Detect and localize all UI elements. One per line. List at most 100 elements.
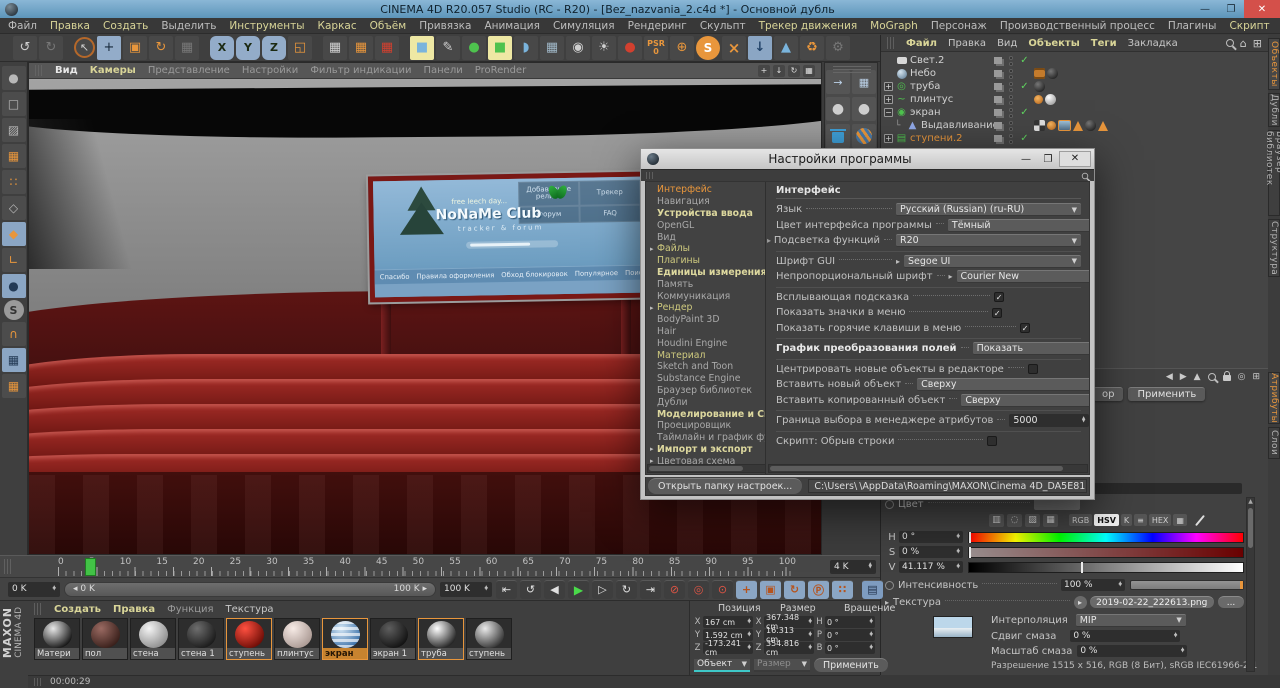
viewport-solo-icon[interactable]: ● — [2, 274, 26, 298]
scrollbar[interactable]: ▲ — [1246, 497, 1255, 672]
settings-category[interactable]: Моделирование и Скульпт — [646, 408, 765, 420]
pos-x-field[interactable]: 167 cm — [703, 616, 753, 628]
texture-expand-icon[interactable]: ▸ — [1074, 596, 1087, 609]
spinner[interactable] — [870, 633, 873, 638]
om-menu-item[interactable]: Закладка — [1128, 38, 1178, 49]
sep[interactable] — [201, 36, 208, 60]
menu-item[interactable]: Трекер движения — [759, 20, 858, 32]
compositing-tag[interactable] — [1034, 68, 1045, 79]
up-icon[interactable]: ▲ — [1194, 372, 1201, 382]
settings-category[interactable]: BodyPaint 3D — [646, 314, 765, 326]
timeline-window-icon[interactable]: ▤ — [862, 580, 883, 599]
visibility-dots[interactable] — [1009, 95, 1013, 105]
center-new-checkbox[interactable] — [1028, 364, 1038, 374]
menu-item[interactable]: Скульпт — [700, 20, 746, 32]
lock-y-icon[interactable]: Y — [236, 36, 260, 60]
om-menu-item[interactable]: Объекты — [1028, 38, 1079, 49]
menu-hotkeys-checkbox[interactable] — [1020, 323, 1030, 333]
partial-button[interactable]: ор — [1093, 387, 1123, 401]
texture-tag[interactable] — [1058, 120, 1071, 131]
ui-color-dropdown[interactable]: Тёмный▼ — [948, 219, 1089, 232]
rotate-view-icon[interactable]: ↻ — [788, 65, 800, 77]
hue-field[interactable]: 0 ° — [899, 531, 963, 543]
goto-end-icon[interactable]: ⇥ — [640, 580, 661, 599]
caret-right-icon[interactable]: ▸ — [767, 236, 774, 245]
insert-copy-dropdown[interactable]: Сверху▼ — [961, 394, 1089, 407]
drag-handle[interactable] — [35, 65, 43, 76]
record-icon[interactable]: ⊘ — [664, 580, 685, 599]
point-frame-icon[interactable]: ▦ — [852, 70, 876, 94]
script-wrap-checkbox[interactable] — [987, 436, 997, 446]
object-row-selected[interactable]: + ▤ ступени.2 ✓ — [881, 132, 1268, 145]
workplane-icon[interactable]: ▦ — [2, 374, 26, 398]
spinner[interactable] — [957, 565, 960, 570]
selection-tag[interactable] — [1098, 121, 1108, 131]
layer-icon[interactable] — [994, 122, 1002, 129]
spinner[interactable] — [809, 646, 812, 651]
settings-category[interactable]: Substance Engine — [646, 373, 765, 385]
spinner[interactable] — [870, 620, 873, 625]
coord-system-icon[interactable]: ◱ — [288, 36, 312, 60]
scale-icon[interactable]: ▣ — [123, 36, 147, 60]
lock-z-icon[interactable]: Z — [262, 36, 286, 60]
scrollbar[interactable] — [647, 464, 766, 473]
pos-z-field[interactable]: -173.241 cm — [703, 642, 753, 654]
expand-icon[interactable]: + — [884, 95, 893, 104]
apply-button[interactable]: Применить — [1128, 387, 1205, 401]
triangle-icon[interactable]: ▲ — [774, 36, 798, 60]
settings-category[interactable]: Дубли — [646, 396, 765, 408]
collapse-icon[interactable]: − — [884, 108, 893, 117]
color-mode-button[interactable]: K — [1121, 514, 1132, 526]
visibility-dots[interactable] — [1009, 134, 1013, 144]
dialog-maximize-button[interactable]: ❐ — [1037, 154, 1059, 165]
mono-font-dropdown[interactable]: Courier New▼ — [957, 270, 1089, 283]
spinner[interactable] — [485, 587, 488, 592]
model-mode-icon[interactable]: □ — [2, 92, 26, 116]
converge-icon[interactable]: × — [722, 36, 746, 60]
object-row[interactable]: Небо — [881, 67, 1268, 80]
render-sphere-icon[interactable]: ● — [618, 36, 642, 60]
om-menu-item[interactable]: Теги — [1091, 38, 1117, 49]
drag-handle[interactable] — [646, 172, 654, 180]
sphere-points-2-icon[interactable]: ● — [852, 97, 876, 121]
menu-item[interactable]: Плагины — [1168, 20, 1217, 32]
deformer-icon[interactable]: ◗ — [514, 36, 538, 60]
settings-category[interactable]: Интерфейс — [646, 184, 765, 196]
spinner[interactable] — [809, 620, 812, 625]
magnet-icon[interactable]: ∩ — [2, 322, 26, 346]
om-add-icon[interactable]: ⊞ — [1253, 37, 1262, 50]
am-search-icon[interactable] — [1208, 373, 1216, 381]
play-icon[interactable]: ▶ — [568, 580, 589, 599]
om-menu-item[interactable]: Файл — [906, 38, 937, 49]
settings-category[interactable]: Houdini Engine — [646, 337, 765, 349]
viewport-menu-item[interactable]: Панели — [423, 65, 462, 76]
material-item[interactable]: ступень — [466, 618, 512, 660]
psr-icon[interactable]: PSR 0 — [644, 36, 668, 60]
light-icon[interactable]: ☀ — [592, 36, 616, 60]
redo-icon[interactable]: ↻ — [39, 36, 63, 60]
modeling-icon[interactable]: ■ — [488, 36, 512, 60]
apply-button[interactable]: Применить — [814, 658, 888, 672]
drop-icon[interactable]: ↓ — [748, 36, 772, 60]
workplane-lock-icon[interactable]: ▦ — [2, 348, 26, 372]
spinner[interactable] — [870, 646, 873, 651]
drag-handle[interactable] — [4, 559, 12, 574]
layer-icon[interactable] — [994, 83, 1002, 90]
current-frame-field[interactable]: 4 K — [830, 560, 876, 574]
points-mode-icon[interactable]: ∷ — [2, 170, 26, 194]
dialog-minimize-button[interactable]: — — [1015, 154, 1037, 165]
insert-new-dropdown[interactable]: Сверху▼ — [917, 378, 1089, 391]
gradient-icon[interactable]: ▨ — [1025, 514, 1040, 527]
record-rotation-icon[interactable]: ↻ — [784, 580, 805, 599]
gui-font-dropdown[interactable]: Segoe UI▼ — [904, 255, 1081, 268]
open-prefs-folder-button[interactable]: Открыть папку настроек... — [648, 478, 802, 494]
material-item[interactable]: плинтус — [274, 618, 320, 660]
settings-category[interactable]: Проецировщик — [646, 420, 765, 432]
value-bar[interactable] — [968, 562, 1244, 573]
visibility-dots[interactable] — [1009, 56, 1013, 66]
material-item[interactable]: экран — [322, 618, 368, 660]
viewport-menu-item[interactable]: Представление — [148, 65, 230, 76]
intensity-slider[interactable] — [1130, 580, 1244, 590]
material-menu-item[interactable]: Создать — [54, 604, 101, 615]
menu-item[interactable]: Скрипт — [1229, 20, 1269, 32]
